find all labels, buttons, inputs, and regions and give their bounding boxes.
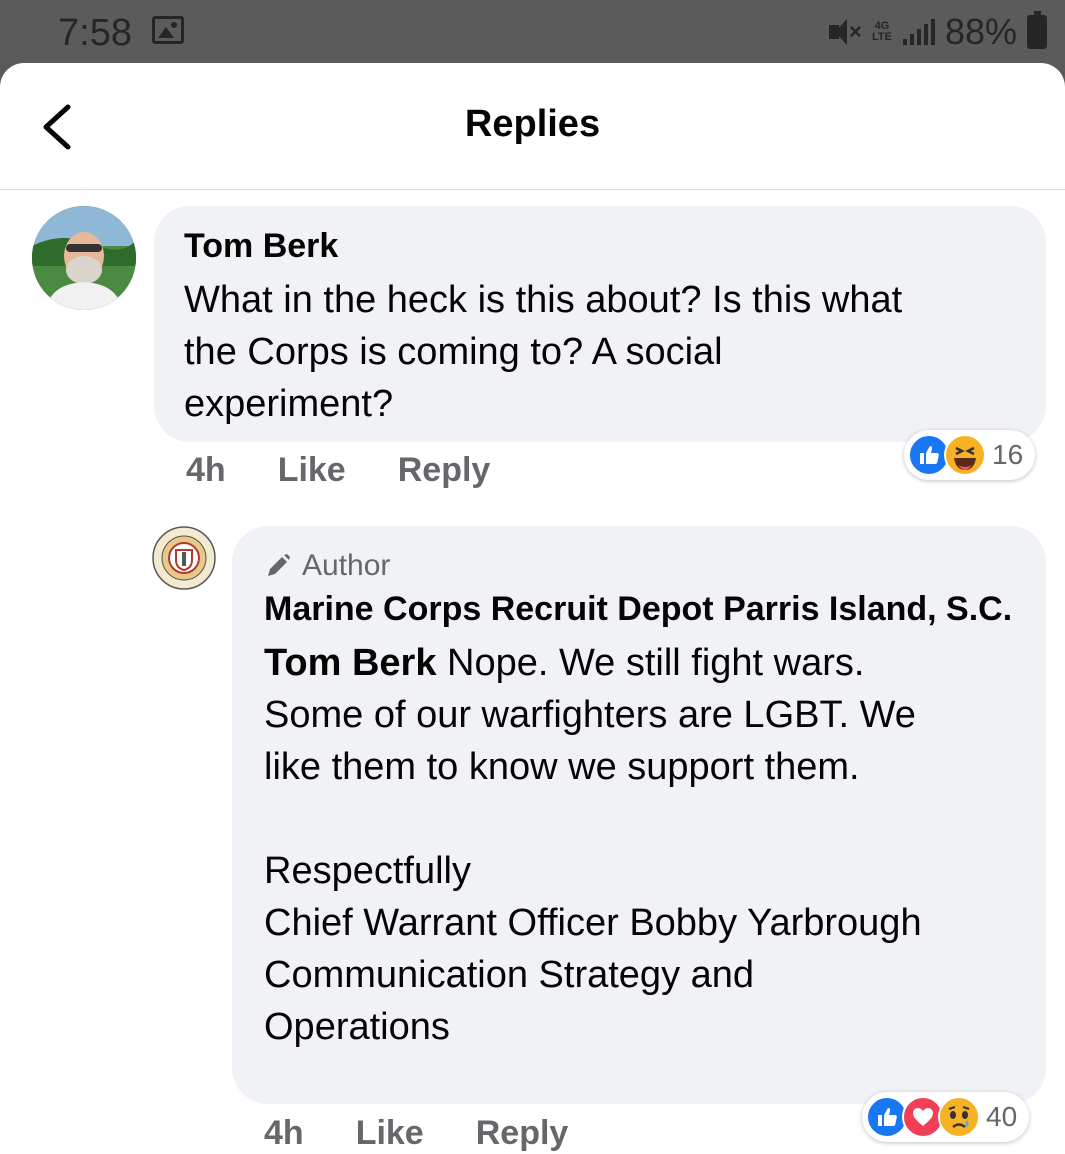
comment-timestamp: 4h (264, 1113, 304, 1152)
replies-sheet: Replies Tom Berk What in the heck is thi… (0, 63, 1065, 1154)
battery-icon (1027, 11, 1047, 49)
mute-icon: × (827, 17, 862, 47)
comment-body: Nope. We still fight wars. Some of our w… (264, 642, 922, 1048)
avatar[interactable] (32, 206, 136, 310)
signal-icon (902, 19, 935, 45)
reaction-summary[interactable]: 16 (904, 430, 1036, 480)
author-badge-label: Author (302, 549, 391, 582)
like-button[interactable]: Like (356, 1114, 424, 1153)
comment-text: What in the heck is this about? Is this … (184, 279, 903, 425)
battery-percentage: 88% (944, 11, 1017, 52)
comment-author[interactable]: Marine Corps Recruit Depot Parris Island… (264, 588, 1016, 631)
image-notification-icon (152, 16, 184, 44)
reply-button[interactable]: Reply (398, 451, 491, 490)
pencil-icon (268, 554, 290, 576)
like-button[interactable]: Like (278, 451, 346, 490)
comment-actions: 4h Like Reply (186, 448, 490, 492)
mention-link[interactable]: Tom Berk (264, 642, 436, 684)
reaction-count: 40 (986, 1101, 1018, 1132)
page-avatar[interactable] (152, 526, 216, 590)
comment-bubble: Tom Berk What in the heck is this about?… (154, 206, 1046, 442)
comment-text: Tom Berk Nope. We still fight wars. Some… (264, 637, 1016, 1053)
comment-actions: 4h Like Reply (264, 1111, 568, 1154)
reply-button[interactable]: Reply (476, 1114, 569, 1153)
comment-timestamp: 4h (186, 450, 226, 489)
author-badge: Author (264, 546, 1016, 586)
reaction-summary[interactable]: 40 (862, 1092, 1030, 1142)
status-time: 7:58 (58, 12, 132, 54)
status-bar: 7:58 × 4G LTE 88% (0, 0, 1065, 64)
comment-author[interactable]: Tom Berk (184, 226, 1016, 266)
comment-bubble: Author Marine Corps Recruit Depot Parris… (232, 526, 1046, 1104)
user-avatar-image (32, 206, 136, 310)
header: Replies (0, 63, 1065, 190)
network-type-icon: 4G LTE (871, 20, 892, 43)
status-icons: × 4G LTE 88% (827, 10, 1047, 54)
haha-icon (944, 434, 986, 476)
reaction-count: 16 (992, 439, 1024, 470)
sad-icon (938, 1096, 980, 1138)
page-title: Replies (464, 103, 601, 145)
marine-corps-seal-icon (152, 526, 216, 590)
